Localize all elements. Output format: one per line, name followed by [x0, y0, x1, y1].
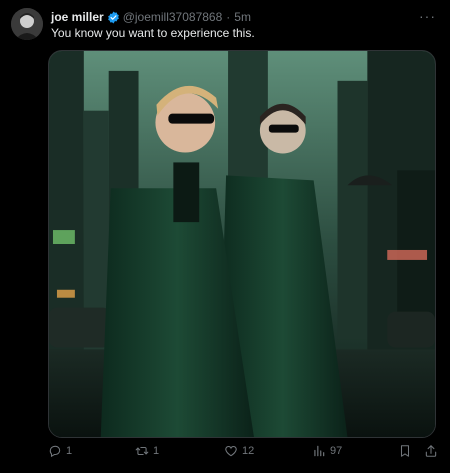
avatar[interactable]: [11, 8, 43, 40]
like-button[interactable]: 12: [224, 444, 254, 458]
views-button[interactable]: 97: [312, 444, 342, 458]
like-icon: [225, 446, 237, 457]
reply-count: 1: [66, 445, 73, 457]
post-timestamp[interactable]: 5m: [234, 10, 251, 24]
reply-button[interactable]: 1: [48, 444, 72, 458]
author-name[interactable]: joe miller: [51, 10, 104, 24]
repost-count: 1: [153, 445, 160, 457]
share-icon: [425, 445, 437, 457]
post-text: You know you want to experience this.: [51, 26, 255, 40]
views-count: 97: [330, 445, 343, 457]
author-handle[interactable]: @joemill37087868: [123, 10, 223, 24]
post[interactable]: joe miller @joemill37087868 · 5m ··· You…: [0, 0, 450, 473]
verified-badge-icon: [107, 11, 120, 24]
bookmark-icon: [400, 445, 410, 457]
repost-button[interactable]: 1: [135, 444, 159, 458]
post-image[interactable]: [48, 50, 436, 438]
separator-dot: ·: [226, 10, 231, 24]
post-header: joe miller @joemill37087868 · 5m: [51, 10, 251, 24]
repost-icon: [135, 446, 149, 456]
share-button[interactable]: [424, 444, 442, 458]
views-icon: [314, 445, 325, 457]
more-options-icon[interactable]: ···: [419, 8, 436, 24]
reply-icon: [49, 445, 61, 458]
bookmark-button[interactable]: [398, 444, 416, 458]
like-count: 12: [242, 445, 255, 457]
post-actions: 1 1 12 97: [48, 444, 440, 464]
